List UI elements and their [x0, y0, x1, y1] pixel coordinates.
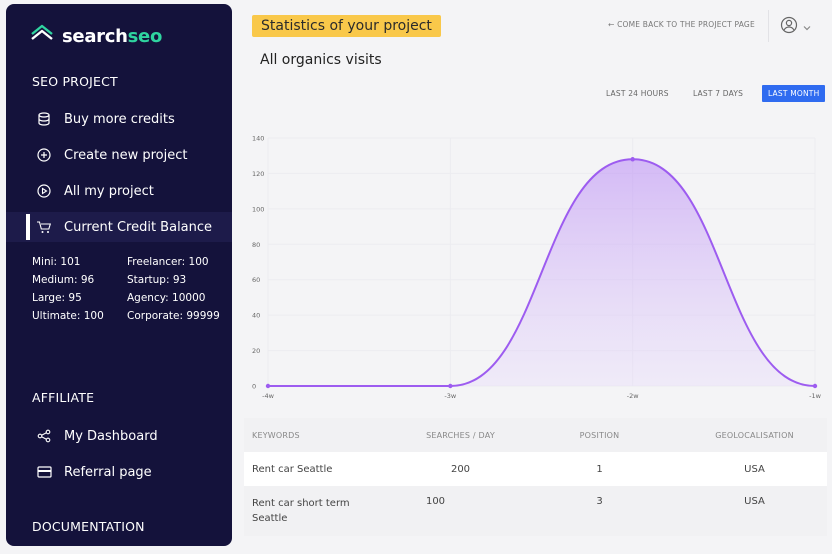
nav-all-projects[interactable]: All my project: [6, 176, 232, 206]
cell-searches: 200: [450, 463, 471, 475]
nav-create-project[interactable]: Create new project: [6, 140, 232, 170]
range-last-month[interactable]: LAST MONTH: [762, 85, 826, 102]
credit-agency: Agency: 10000: [127, 292, 206, 304]
nav-my-dashboard[interactable]: My Dashboard: [6, 421, 232, 451]
brand-logo[interactable]: searchseo: [30, 24, 162, 48]
brand-name: searchseo: [62, 25, 163, 47]
card-icon: [36, 464, 52, 480]
nav-label: My Dashboard: [64, 428, 158, 444]
nav-referral-page[interactable]: Referral page: [6, 457, 232, 487]
x-tick-label: -4w: [262, 392, 274, 400]
cell-keyword: Rent car Seattle: [252, 463, 333, 475]
table-row[interactable]: Rent car short term Seattle 100 3 USA: [244, 486, 827, 536]
nav-label: Buy more credits: [64, 111, 175, 127]
cell-position: 3: [596, 496, 603, 507]
nav-credit-balance[interactable]: Current Credit Balance: [6, 212, 232, 242]
x-tick-label: -3w: [444, 392, 456, 400]
header-divider: [768, 10, 769, 42]
share-icon: [36, 428, 52, 444]
table-header: KEYWORDS SEARCHES / DAY POSITION GEOLOCA…: [244, 418, 827, 452]
y-tick-label: 40: [252, 312, 260, 320]
header-keywords: KEYWORDS: [252, 430, 300, 440]
credit-mini: Mini: 101: [32, 256, 81, 268]
keywords-table: KEYWORDS SEARCHES / DAY POSITION GEOLOCA…: [244, 418, 827, 536]
sidebar: searchseo SEO PROJECT Buy more credits C…: [6, 4, 232, 546]
cell-position: 1: [596, 463, 603, 475]
nav-label: Referral page: [64, 464, 152, 480]
header-geolocalisation: GEOLOCALISATION: [715, 430, 794, 440]
data-point: [812, 383, 818, 389]
chevron-down-icon: [802, 18, 812, 37]
range-last-7-days[interactable]: LAST 7 DAYS: [687, 85, 749, 102]
table-row[interactable]: Rent car Seattle 200 1 USA: [244, 452, 827, 486]
main-content: Statistics of your project All organics …: [240, 0, 832, 554]
user-menu[interactable]: [780, 16, 812, 38]
credit-startup: Startup: 93: [127, 274, 187, 286]
visits-area-chart: 0 20 40 60 80 100 120 140 -4w -3w -2w -1w: [252, 135, 822, 401]
section-affiliate: AFFILIATE: [32, 390, 95, 405]
back-to-project-link[interactable]: ← COME BACK TO THE PROJECT PAGE: [608, 20, 755, 29]
data-point: [630, 157, 635, 162]
logo-icon: [30, 24, 54, 48]
credit-freelancer: Freelancer: 100: [127, 256, 209, 268]
cell-geo: USA: [744, 496, 765, 507]
y-tick-label: 60: [252, 276, 260, 284]
y-tick-label: 80: [252, 241, 260, 249]
play-circle-icon: [36, 183, 52, 199]
y-tick-label: 100: [252, 205, 264, 213]
data-point: [448, 383, 453, 389]
nav-label: Current Credit Balance: [64, 219, 213, 235]
range-last-24-hours[interactable]: LAST 24 HOURS: [600, 85, 675, 102]
cell-keyword: Rent car short term Seattle: [252, 498, 350, 524]
chart-title: All organics visits: [260, 52, 382, 68]
credit-corporate: Corporate: 99999: [127, 310, 220, 322]
x-tick-label: -1w: [809, 392, 821, 400]
y-tick-label: 20: [252, 347, 260, 355]
credit-large: Large: 95: [32, 292, 82, 304]
nav-label: All my project: [64, 183, 154, 199]
cart-icon: [36, 219, 52, 235]
section-documentation: DOCUMENTATION: [32, 519, 145, 534]
cell-geo: USA: [744, 463, 765, 475]
section-seo-project: SEO PROJECT: [32, 74, 118, 89]
y-tick-label: 140: [252, 135, 264, 143]
user-icon: [780, 16, 798, 38]
plus-circle-icon: [36, 147, 52, 163]
data-point: [265, 383, 271, 389]
credit-balance-list: Mini: 101 Freelancer: 100 Medium: 96 Sta…: [32, 254, 222, 324]
header-searches: SEARCHES / DAY: [426, 430, 495, 440]
database-icon: [36, 111, 52, 127]
y-tick-label: 120: [252, 170, 264, 178]
y-tick-label: 0: [252, 383, 256, 391]
header-position: POSITION: [579, 430, 620, 440]
page-title: Statistics of your project: [252, 15, 441, 37]
credit-medium: Medium: 96: [32, 274, 95, 286]
credit-ultimate: Ultimate: 100: [32, 310, 104, 322]
x-tick-label: -2w: [627, 392, 639, 400]
cell-searches: 100: [425, 496, 446, 507]
nav-buy-credits[interactable]: Buy more credits: [6, 104, 232, 134]
nav-label: Create new project: [64, 147, 188, 163]
